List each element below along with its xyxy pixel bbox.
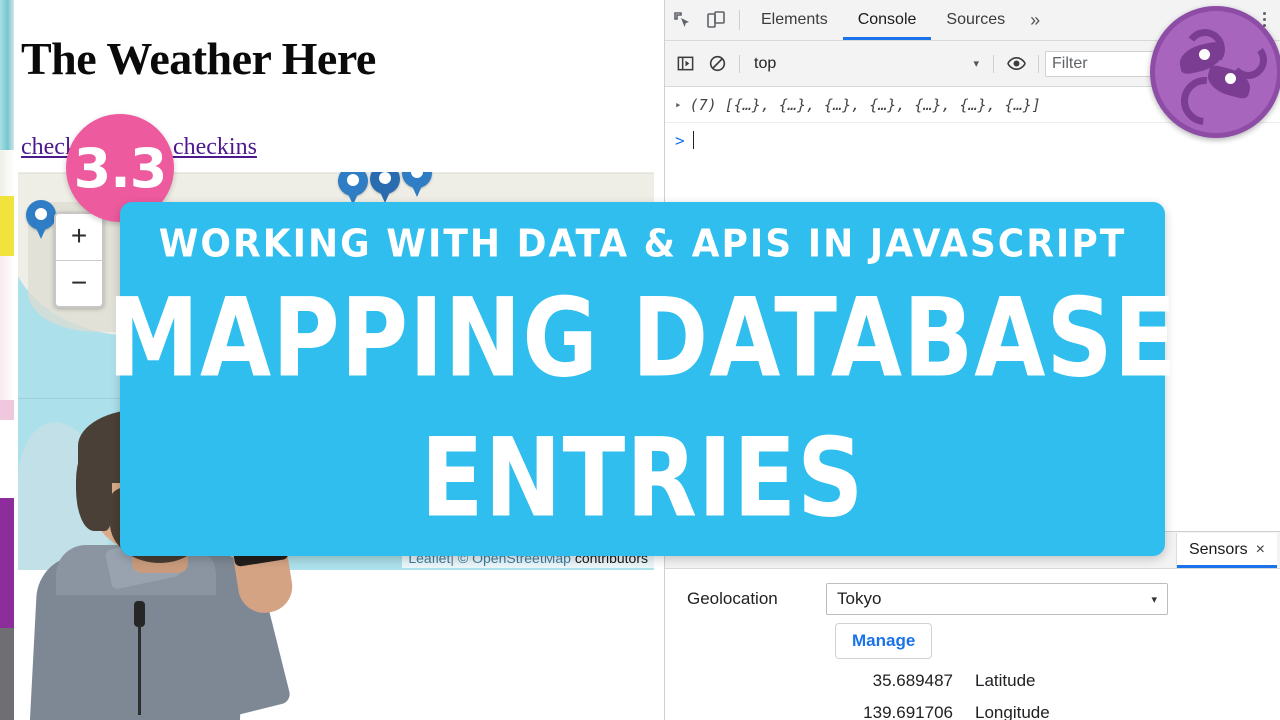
latitude-value[interactable]: 35.689487 — [835, 671, 953, 691]
execution-context-value: top — [754, 54, 777, 72]
tab-console[interactable]: Console — [843, 1, 932, 40]
latitude-label: Latitude — [975, 671, 1036, 690]
device-toolbar-icon[interactable] — [699, 4, 733, 36]
manage-button-wrap: Manage — [665, 615, 1280, 659]
array-preview: [{…}, {…}, {…}, {…}, {…}, {…}, {…}] — [724, 95, 1041, 114]
presenter-torso — [29, 555, 249, 720]
tab-sensors-label: Sensors — [1188, 541, 1248, 558]
geolocation-value: Tokyo — [837, 589, 882, 608]
latitude-row: 35.689487 Latitude — [665, 659, 1280, 691]
presenter-arm — [182, 565, 292, 720]
close-icon[interactable]: × — [1256, 541, 1265, 559]
chevron-down-icon: ▾ — [973, 58, 979, 70]
manage-button[interactable]: Manage — [835, 623, 933, 659]
lesson-title-line2: Entries — [420, 415, 865, 542]
toolbar-divider — [739, 10, 740, 30]
lesson-title-line1: Mapping Database — [107, 275, 1178, 402]
map-zoom-control[interactable]: + − — [54, 212, 104, 308]
clear-console-icon[interactable] — [701, 49, 733, 79]
video-edge-strips — [0, 0, 14, 720]
array-length: (7) — [689, 95, 717, 114]
chevron-down-icon: ▾ — [1151, 593, 1157, 606]
tab-sources[interactable]: Sources — [931, 1, 1020, 40]
toolbar-divider — [739, 54, 740, 73]
console-sidebar-icon[interactable] — [669, 49, 701, 79]
tab-sensors[interactable]: Sensors × — [1175, 532, 1277, 568]
more-tabs-icon[interactable]: » — [1020, 10, 1050, 31]
execution-context-select[interactable]: top ▾ — [746, 50, 987, 78]
longitude-value[interactable]: 139.691706 — [835, 703, 953, 720]
devtools-drawer: Sensors × Geolocation Tokyo ▾ Manage 35.… — [665, 531, 1280, 720]
toolbar-divider — [1038, 54, 1039, 73]
map-marker[interactable] — [402, 172, 432, 200]
lapel-microphone — [134, 601, 145, 627]
toolbar-divider — [993, 54, 994, 73]
expand-arrow-icon[interactable]: ▸ — [675, 98, 682, 111]
lesson-title-card: Working with Data & APIs in JavaScript M… — [107, 202, 1177, 556]
filter-placeholder: Filter — [1052, 54, 1088, 72]
live-expression-icon[interactable] — [1000, 49, 1032, 79]
map-marker[interactable] — [26, 200, 56, 242]
sensors-panel-body: Geolocation Tokyo ▾ Manage 35.689487 Lat… — [665, 569, 1280, 720]
inspect-element-icon[interactable] — [665, 4, 699, 36]
prompt-chevron-icon: > — [675, 130, 685, 150]
zoom-out-button[interactable]: − — [56, 261, 102, 307]
course-title: Working with Data & APIs in JavaScript — [158, 222, 1127, 267]
tab-elements[interactable]: Elements — [746, 1, 843, 40]
map-marker[interactable] — [370, 172, 400, 206]
geolocation-label: Geolocation — [687, 589, 778, 608]
longitude-label: Longitude — [975, 703, 1050, 720]
longitude-row: 139.691706 Longitude — [665, 691, 1280, 720]
text-caret — [692, 131, 694, 149]
geolocation-select[interactable]: Tokyo ▾ — [826, 583, 1168, 615]
lesson-number: 3.3 — [73, 136, 168, 200]
screen-capture: The Weather Here check in / view checkin… — [0, 0, 1280, 720]
channel-watermark-logo — [1150, 6, 1280, 138]
page-title: The Weather Here — [21, 33, 376, 84]
zoom-in-button[interactable]: + — [56, 214, 102, 261]
geolocation-row: Geolocation Tokyo ▾ — [665, 583, 1280, 615]
